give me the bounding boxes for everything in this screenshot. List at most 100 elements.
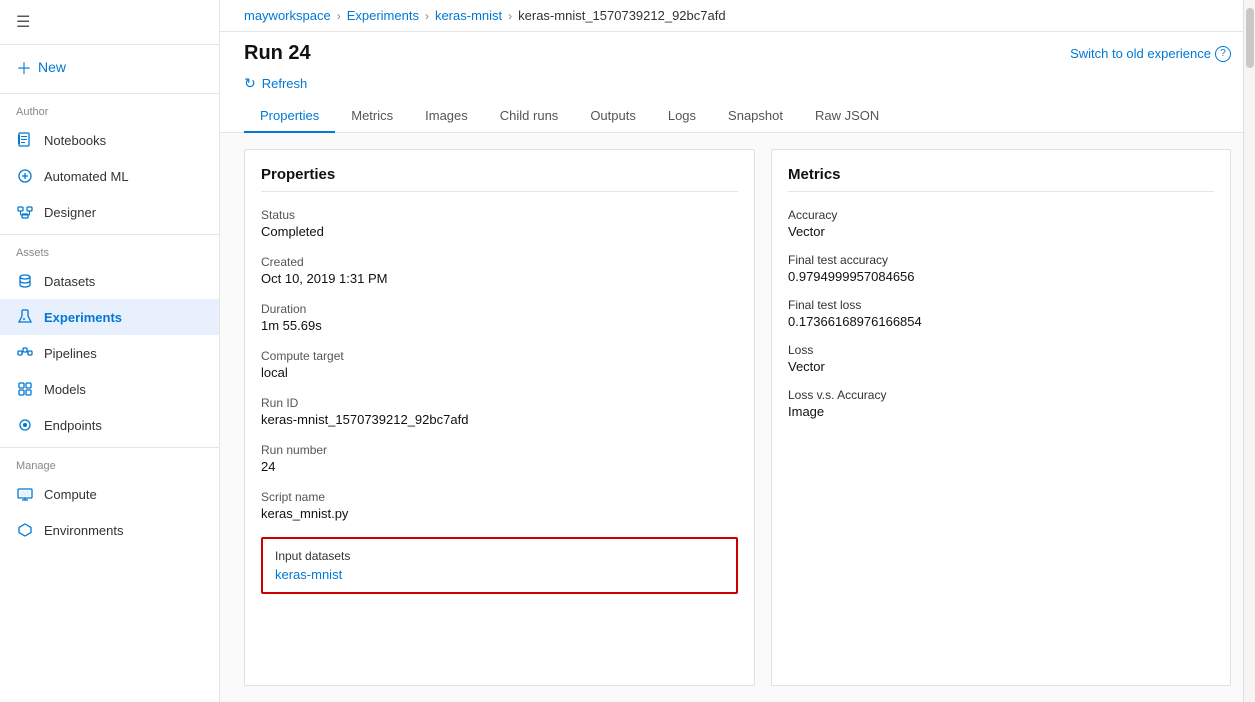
- tab-metrics[interactable]: Metrics: [335, 100, 409, 133]
- scrollbar[interactable]: [1243, 0, 1255, 702]
- metric-accuracy-label: Accuracy: [788, 208, 1214, 222]
- models-icon: [16, 380, 34, 398]
- sidebar-designer-label: Designer: [44, 205, 96, 220]
- refresh-button[interactable]: ↻ Refresh: [244, 75, 307, 92]
- prop-script-name-value: keras_mnist.py: [261, 506, 738, 521]
- prop-run-id-label: Run ID: [261, 396, 738, 410]
- metric-loss-vs-accuracy-value: Image: [788, 404, 1214, 419]
- tab-child-runs[interactable]: Child runs: [484, 100, 575, 133]
- metrics-panel: Metrics Accuracy Vector Final test accur…: [771, 149, 1231, 686]
- pipelines-icon: [16, 344, 34, 362]
- refresh-row: ↻ Refresh: [220, 71, 1255, 100]
- prop-run-id: Run ID keras-mnist_1570739212_92bc7afd: [261, 396, 738, 427]
- prop-run-number: Run number 24: [261, 443, 738, 474]
- environments-icon: [16, 521, 34, 539]
- section-assets-label: Assets: [0, 239, 219, 263]
- metric-final-test-loss-label: Final test loss: [788, 298, 1214, 312]
- notebook-icon: [16, 131, 34, 149]
- metric-loss-label: Loss: [788, 343, 1214, 357]
- refresh-label: Refresh: [262, 76, 308, 91]
- tab-logs[interactable]: Logs: [652, 100, 712, 133]
- hamburger-icon[interactable]: ☰: [16, 12, 30, 32]
- sidebar-item-compute[interactable]: Compute: [0, 476, 219, 512]
- tab-raw-json[interactable]: Raw JSON: [799, 100, 895, 133]
- metric-loss: Loss Vector: [788, 343, 1214, 374]
- compute-icon: [16, 485, 34, 503]
- sidebar-compute-label: Compute: [44, 487, 97, 502]
- sidebar-item-datasets[interactable]: Datasets: [0, 263, 219, 299]
- sidebar-item-models[interactable]: Models: [0, 371, 219, 407]
- breadcrumb-run-id: keras-mnist_1570739212_92bc7afd: [518, 8, 725, 23]
- sidebar-item-notebooks[interactable]: Notebooks: [0, 122, 219, 158]
- prop-status-value: Completed: [261, 224, 738, 239]
- metric-final-test-loss: Final test loss 0.17366168976166854: [788, 298, 1214, 329]
- breadcrumb-experiments[interactable]: Experiments: [347, 8, 419, 23]
- sidebar-datasets-label: Datasets: [44, 274, 95, 289]
- sidebar-item-experiments[interactable]: Experiments: [0, 299, 219, 335]
- prop-created: Created Oct 10, 2019 1:31 PM: [261, 255, 738, 286]
- metric-final-test-accuracy-value: 0.9794999957084656: [788, 269, 1214, 284]
- endpoints-icon: [16, 416, 34, 434]
- prop-run-number-value: 24: [261, 459, 738, 474]
- plus-icon: ＋: [16, 55, 32, 79]
- prop-run-id-value: keras-mnist_1570739212_92bc7afd: [261, 412, 738, 427]
- designer-icon: [16, 203, 34, 221]
- prop-created-value: Oct 10, 2019 1:31 PM: [261, 271, 738, 286]
- divider-manage: [0, 447, 219, 448]
- prop-run-number-label: Run number: [261, 443, 738, 457]
- tab-outputs[interactable]: Outputs: [574, 100, 652, 133]
- breadcrumb: mayworkspace › Experiments › keras-mnist…: [220, 0, 1255, 32]
- metric-accuracy-value: Vector: [788, 224, 1214, 239]
- prop-duration: Duration 1m 55.69s: [261, 302, 738, 333]
- new-button[interactable]: ＋ New: [0, 45, 219, 89]
- experiments-icon: [16, 308, 34, 326]
- properties-panel: Properties Status Completed Created Oct …: [244, 149, 755, 686]
- prop-created-label: Created: [261, 255, 738, 269]
- sidebar-automated-ml-label: Automated ML: [44, 169, 129, 184]
- breadcrumb-keras-mnist[interactable]: keras-mnist: [435, 8, 502, 23]
- metric-final-test-loss-value: 0.17366168976166854: [788, 314, 1214, 329]
- sidebar-item-endpoints[interactable]: Endpoints: [0, 407, 219, 443]
- sidebar-notebooks-label: Notebooks: [44, 133, 106, 148]
- datasets-icon: [16, 272, 34, 290]
- input-datasets-label: Input datasets: [275, 549, 724, 563]
- tab-properties[interactable]: Properties: [244, 100, 335, 133]
- metric-loss-value: Vector: [788, 359, 1214, 374]
- sidebar-top: ☰: [0, 0, 219, 45]
- sidebar-item-designer[interactable]: Designer: [0, 194, 219, 230]
- metrics-panel-title: Metrics: [788, 166, 1214, 192]
- prop-duration-value: 1m 55.69s: [261, 318, 738, 333]
- header-row: Run 24 Switch to old experience ?: [220, 32, 1255, 71]
- metric-loss-vs-accuracy: Loss v.s. Accuracy Image: [788, 388, 1214, 419]
- sidebar-item-pipelines[interactable]: Pipelines: [0, 335, 219, 371]
- sidebar-experiments-label: Experiments: [44, 310, 122, 325]
- switch-label: Switch to old experience: [1070, 46, 1211, 61]
- sidebar: ☰ ＋ New Author Notebooks Automated ML De…: [0, 0, 220, 702]
- input-datasets-link[interactable]: keras-mnist: [275, 567, 342, 582]
- metric-accuracy: Accuracy Vector: [788, 208, 1214, 239]
- switch-experience-link[interactable]: Switch to old experience ?: [1070, 46, 1231, 62]
- input-datasets-box: Input datasets keras-mnist: [261, 537, 738, 594]
- automated-icon: [16, 167, 34, 185]
- prop-script-name: Script name keras_mnist.py: [261, 490, 738, 521]
- sidebar-endpoints-label: Endpoints: [44, 418, 102, 433]
- breadcrumb-sep-2: ›: [425, 9, 429, 23]
- sidebar-models-label: Models: [44, 382, 86, 397]
- section-author-label: Author: [0, 98, 219, 122]
- sidebar-item-environments[interactable]: Environments: [0, 512, 219, 548]
- prop-compute-target: Compute target local: [261, 349, 738, 380]
- prop-compute-target-value: local: [261, 365, 738, 380]
- divider-author: [0, 93, 219, 94]
- scrollbar-thumb: [1246, 8, 1254, 68]
- breadcrumb-sep-3: ›: [508, 9, 512, 23]
- prop-compute-target-label: Compute target: [261, 349, 738, 363]
- tab-images[interactable]: Images: [409, 100, 484, 133]
- prop-status-label: Status: [261, 208, 738, 222]
- tab-snapshot[interactable]: Snapshot: [712, 100, 799, 133]
- prop-status: Status Completed: [261, 208, 738, 239]
- new-label: New: [38, 59, 66, 75]
- sidebar-item-automated-ml[interactable]: Automated ML: [0, 158, 219, 194]
- prop-duration-label: Duration: [261, 302, 738, 316]
- tabs-bar: Properties Metrics Images Child runs Out…: [220, 100, 1255, 133]
- breadcrumb-workspace[interactable]: mayworkspace: [244, 8, 331, 23]
